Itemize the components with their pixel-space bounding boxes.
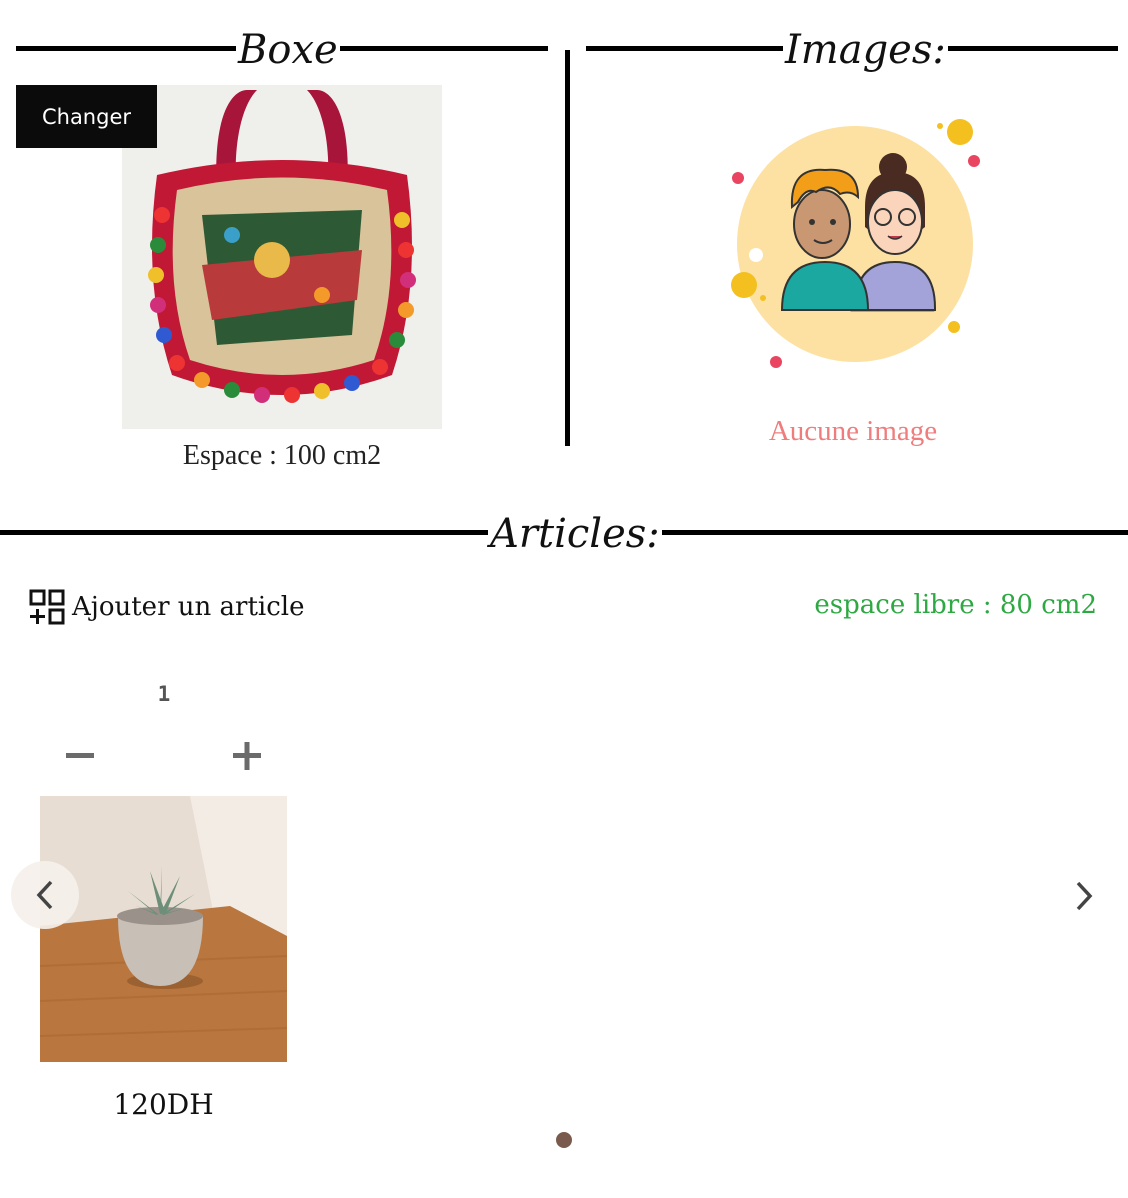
plus-icon <box>233 742 261 770</box>
increase-quantity-button[interactable] <box>229 738 265 774</box>
section-divider <box>565 50 570 446</box>
add-article-label: Ajouter un article <box>72 592 305 622</box>
no-image-text: Aucune image <box>768 415 938 447</box>
add-grid-icon <box>28 588 66 626</box>
add-article-button[interactable]: Ajouter un article <box>28 588 304 626</box>
minus-icon <box>66 753 94 758</box>
carousel-next-button[interactable] <box>1062 872 1106 920</box>
carousel-prev-button[interactable] <box>11 861 79 929</box>
article-quantity: 1 <box>157 682 171 706</box>
article-image[interactable] <box>40 796 287 1062</box>
change-box-button[interactable]: Changer <box>16 85 157 148</box>
box-space-label: Espace : 100 cm2 <box>182 440 382 471</box>
images-placeholder-illustration <box>720 112 990 374</box>
chevron-left-icon <box>36 880 53 910</box>
free-space-label: espace libre : 80 cm2 <box>814 590 1097 620</box>
carousel-page-dot[interactable] <box>556 1132 572 1148</box>
chevron-right-icon <box>1076 881 1093 911</box>
decrease-quantity-button[interactable] <box>62 742 98 770</box>
boxe-title: Boxe <box>236 27 340 73</box>
images-title: Images: <box>783 27 948 73</box>
article-price: 120DH <box>113 1088 214 1121</box>
box-product-image <box>122 85 442 429</box>
articles-title: Articles: <box>488 511 662 557</box>
